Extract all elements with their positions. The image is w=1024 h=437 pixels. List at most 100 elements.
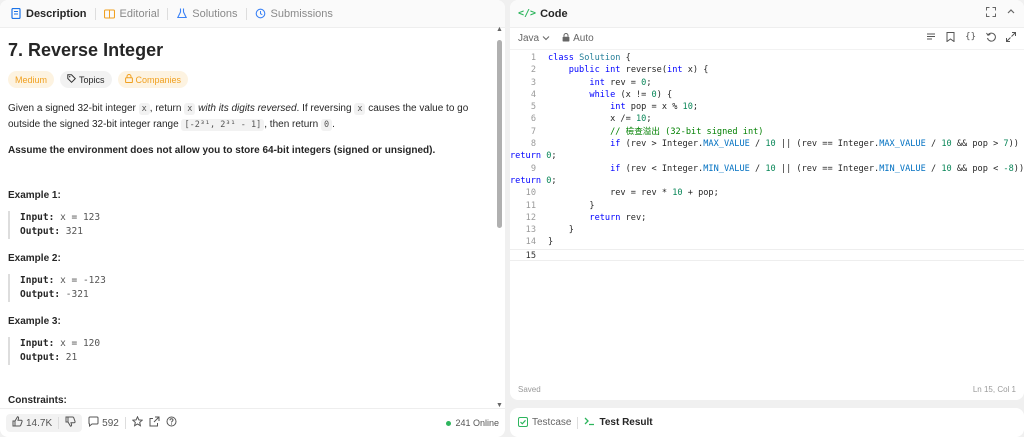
tab-submissions[interactable]: Submissions bbox=[251, 0, 337, 28]
line-number: 7 bbox=[530, 126, 536, 137]
online-indicator: 241 Online bbox=[446, 418, 499, 428]
description-footer: 14.7K 592 241 Online bbox=[0, 408, 505, 437]
checkbox-icon bbox=[518, 416, 528, 429]
line-number: 8 bbox=[530, 139, 536, 150]
footer-divider bbox=[124, 417, 126, 429]
line-text: rev = rev * 10 + pop; bbox=[548, 188, 719, 199]
lock-icon bbox=[562, 32, 570, 45]
reset-icon[interactable] bbox=[986, 32, 996, 45]
tab-testcase-label: Testcase bbox=[532, 417, 572, 428]
comments-button[interactable]: 592 bbox=[88, 416, 119, 430]
tab-solutions-label: Solutions bbox=[192, 7, 238, 20]
inline-code: [-2³¹, 2³¹ - 1] bbox=[181, 119, 265, 131]
scroll-thumb[interactable] bbox=[497, 40, 502, 228]
input-label: Input: bbox=[20, 212, 55, 223]
line-number: 2 bbox=[530, 65, 536, 76]
tab-editorial[interactable]: Editorial bbox=[100, 0, 164, 28]
collapse-icon[interactable] bbox=[1006, 7, 1016, 20]
inline-code: x bbox=[184, 103, 196, 115]
input-label: Input: bbox=[20, 275, 55, 286]
result-tab-bar: Testcase Test Result bbox=[510, 408, 1024, 437]
companies-button[interactable]: Companies bbox=[117, 71, 189, 88]
line-text: return 0; bbox=[510, 175, 557, 186]
scroll-up-icon[interactable]: ▲ bbox=[496, 26, 503, 33]
code-editor[interactable]: 1 class Solution {2 public int reverse(in… bbox=[510, 52, 1024, 262]
code-line: 9 if (rev < Integer.MIN_VALUE / 10 || (r… bbox=[510, 163, 1024, 175]
tab-editorial-label: Editorial bbox=[119, 7, 160, 20]
expand-icon[interactable] bbox=[1006, 32, 1016, 45]
dislike-button[interactable] bbox=[65, 416, 76, 430]
favorite-button[interactable] bbox=[131, 415, 144, 430]
notes-icon[interactable] bbox=[926, 32, 936, 45]
auto-mode-toggle[interactable]: Auto bbox=[562, 32, 594, 45]
topics-button[interactable]: Topics bbox=[60, 71, 112, 88]
online-count: 241 Online bbox=[455, 418, 499, 428]
topics-label: Topics bbox=[79, 74, 105, 85]
code-title: Code bbox=[540, 7, 568, 20]
line-text: public int reverse(int x) { bbox=[568, 65, 709, 76]
flask-icon bbox=[176, 8, 188, 20]
tab-divider bbox=[167, 7, 169, 20]
line-number: 4 bbox=[530, 89, 536, 100]
example-title: Example 1: bbox=[8, 190, 61, 201]
line-text: // 檢查溢出 (32-bit signed int) bbox=[548, 126, 764, 137]
question-icon bbox=[166, 416, 177, 430]
code-line: 15 bbox=[510, 248, 1024, 262]
example-input: Input: x = -123 bbox=[20, 274, 489, 288]
problem-note: Assume the environment does not allow yo… bbox=[8, 145, 436, 156]
example-title: Example 3: bbox=[8, 316, 61, 327]
code-line: 10 rev = rev * 10 + pop; bbox=[510, 187, 1024, 199]
tab-solutions[interactable]: Solutions bbox=[172, 0, 241, 28]
tab-divider bbox=[94, 7, 96, 20]
tab-submissions-label: Submissions bbox=[270, 7, 333, 20]
help-button[interactable] bbox=[166, 416, 177, 430]
line-text: return rev; bbox=[589, 212, 647, 223]
tab-testcase[interactable]: Testcase bbox=[518, 416, 572, 429]
output-label: Output: bbox=[20, 226, 61, 237]
share-button[interactable] bbox=[149, 416, 160, 430]
lock-icon bbox=[124, 74, 133, 85]
code-line: 7 // 檢查溢出 (32-bit signed int) bbox=[510, 126, 1024, 138]
input-value: x = 123 bbox=[60, 212, 101, 223]
comment-count: 592 bbox=[102, 417, 119, 429]
code-line: return 0; bbox=[510, 175, 1024, 187]
tag-icon bbox=[67, 74, 77, 85]
line-number: 13 bbox=[525, 225, 536, 236]
problem-description: 7. Reverse Integer Medium Topics Compani… bbox=[0, 28, 497, 408]
problem-tags: Medium Topics Companies bbox=[8, 71, 489, 88]
bookmark-icon[interactable] bbox=[946, 32, 955, 45]
language-select[interactable]: Java bbox=[518, 33, 550, 44]
document-icon bbox=[10, 8, 22, 20]
code-line: 14} bbox=[510, 236, 1024, 248]
line-number: 11 bbox=[525, 200, 536, 211]
problem-title: 7. Reverse Integer bbox=[8, 40, 164, 60]
example-output: Output: -321 bbox=[20, 288, 489, 302]
tab-description[interactable]: Description bbox=[6, 0, 91, 28]
description-scrollbar[interactable]: ▲ ▼ bbox=[496, 26, 503, 409]
editor-toolbar: Java Auto {} bbox=[510, 28, 1024, 50]
cursor-position: Ln 15, Col 1 bbox=[972, 385, 1016, 394]
left-tab-bar: Description Editorial Solutions Submissi… bbox=[0, 0, 505, 28]
code-brackets-icon: </> bbox=[518, 8, 537, 19]
like-button[interactable]: 14.7K bbox=[12, 416, 52, 430]
line-text: while (x != 0) { bbox=[589, 89, 673, 100]
line-text: if (rev < Integer.MIN_VALUE / 10 || (rev… bbox=[610, 163, 1024, 174]
maximize-icon[interactable] bbox=[986, 7, 996, 20]
output-label: Output: bbox=[20, 289, 61, 300]
statement-text: , return bbox=[149, 103, 182, 114]
tab-test-result[interactable]: Test Result bbox=[584, 416, 653, 429]
inline-code: x bbox=[138, 103, 150, 115]
line-text: } bbox=[548, 200, 595, 211]
star-icon bbox=[131, 415, 144, 430]
output-value: -321 bbox=[65, 289, 89, 300]
like-count: 14.7K bbox=[26, 417, 53, 429]
line-text: int rev = 0; bbox=[589, 77, 652, 88]
line-number: 5 bbox=[530, 102, 536, 113]
window-controls bbox=[986, 7, 1016, 20]
line-number: 3 bbox=[530, 77, 536, 88]
statement-text: , then return bbox=[264, 119, 319, 130]
code-line: 5 int pop = x % 10; bbox=[510, 101, 1024, 113]
braces-icon[interactable]: {} bbox=[965, 32, 976, 45]
line-number: 1 bbox=[530, 53, 536, 63]
companies-label: Companies bbox=[135, 74, 182, 85]
